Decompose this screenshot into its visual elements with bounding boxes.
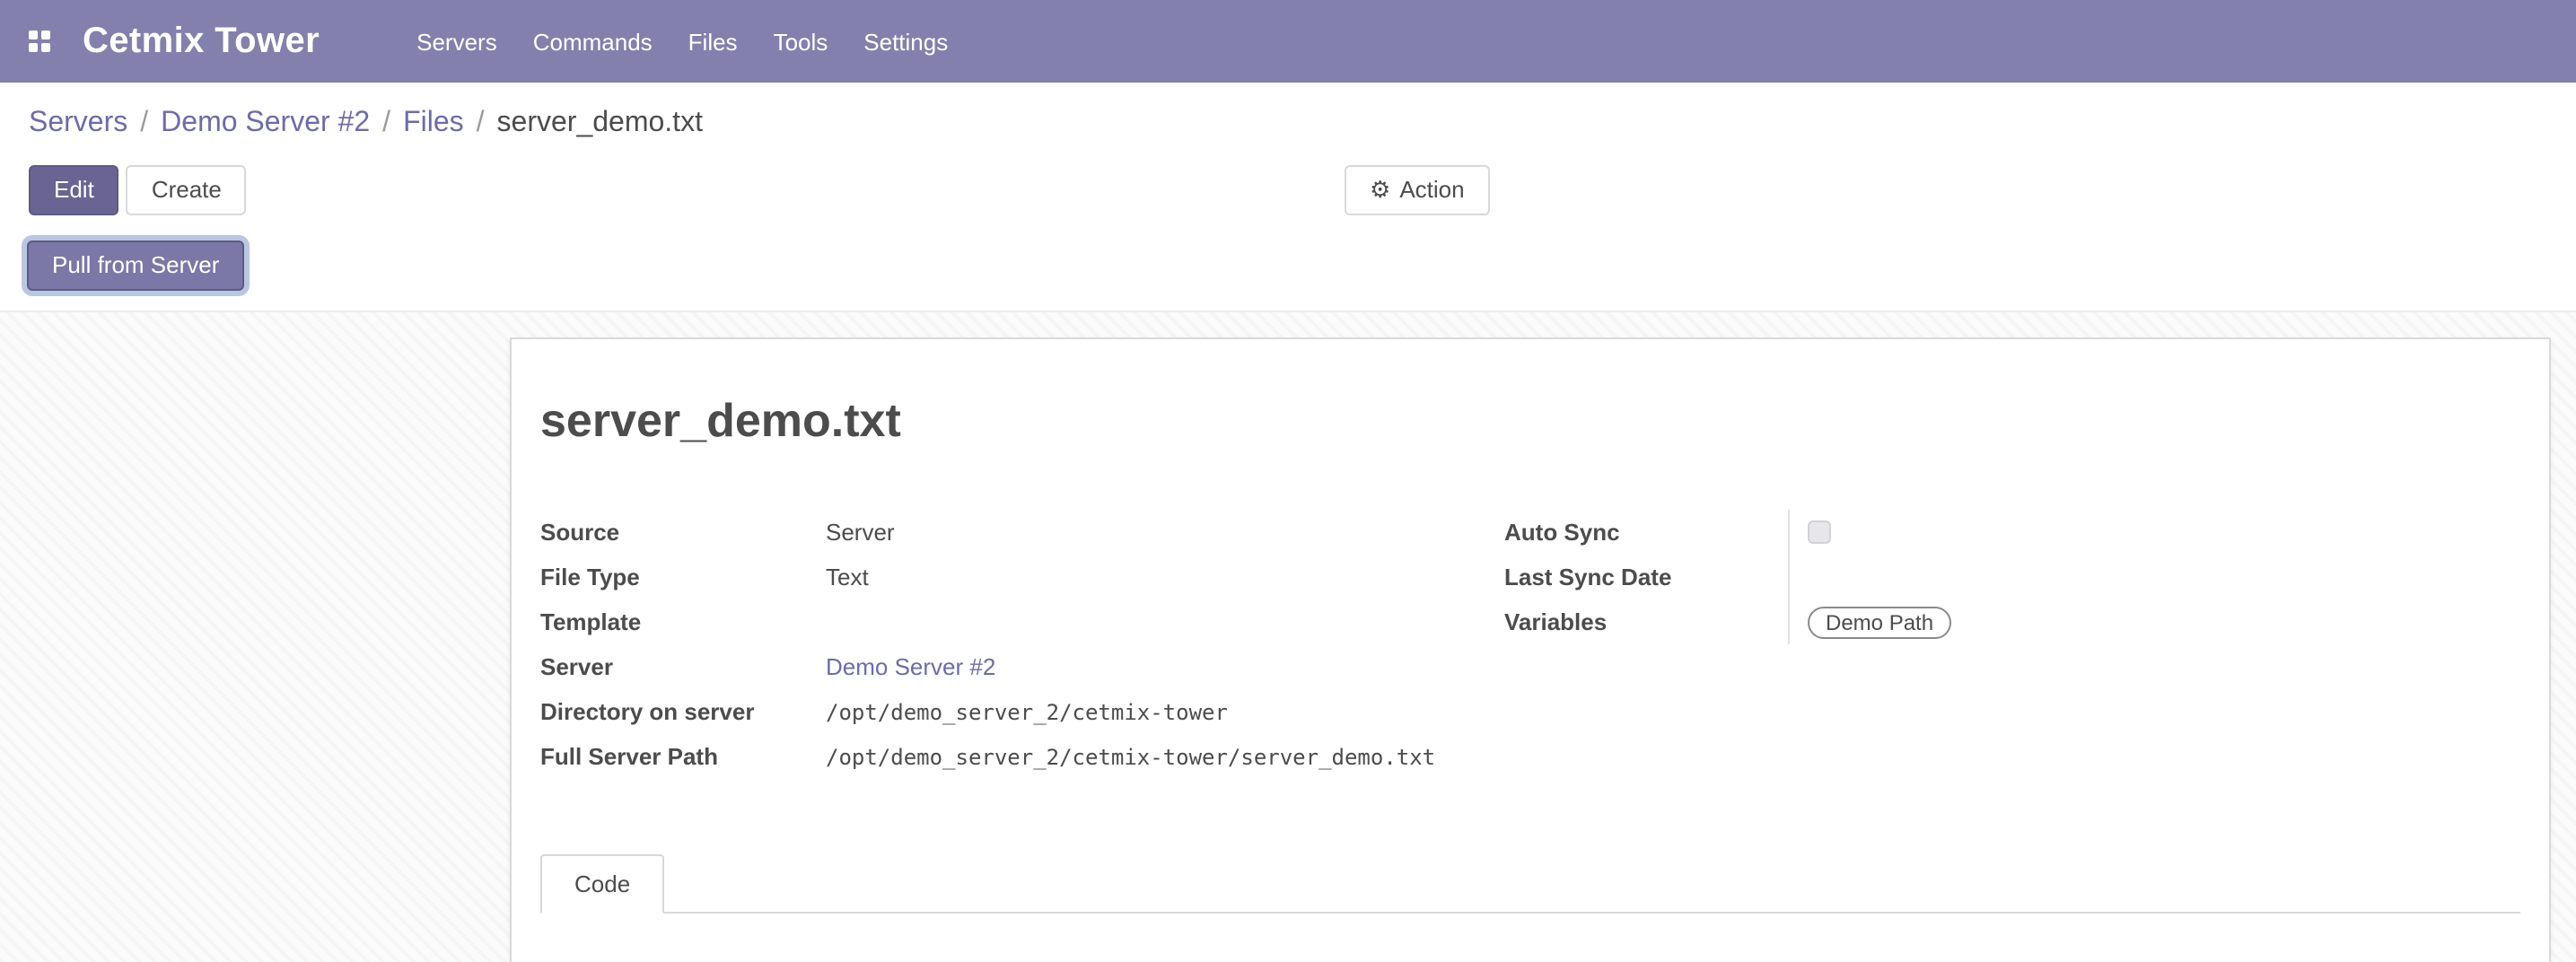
field-label: Server [540, 653, 826, 680]
field-row-variables: Variables Demo Path [1504, 599, 2520, 644]
edit-create-group: Edit Create [29, 165, 247, 215]
fields-left-column: Source Server File Type Text Template Se… [540, 510, 1504, 779]
field-label: Full Server Path [540, 743, 826, 770]
record-title: server_demo.txt [540, 393, 2520, 449]
breadcrumb-demo-server-2[interactable]: Demo Server #2 [161, 108, 370, 140]
edit-button[interactable]: Edit [29, 165, 119, 215]
breadcrumb-servers[interactable]: Servers [29, 108, 127, 140]
content-area: server_demo.txt Source Server File Type … [0, 310, 2576, 962]
action-dropdown-button[interactable]: ⚙ Action [1345, 165, 1490, 215]
form-controls-row: Edit Create ⚙ Action [0, 151, 2576, 230]
field-label: Auto Sync [1504, 519, 1788, 546]
breadcrumb: Servers / Demo Server #2 / Files / serve… [29, 108, 2547, 140]
field-row-directory: Directory on server /opt/demo_server_2/c… [540, 689, 1504, 734]
breadcrumb-separator: / [382, 108, 390, 140]
notebook-tabs: Code [540, 854, 2520, 914]
create-button[interactable]: Create [127, 165, 247, 215]
field-value-cell [1788, 510, 2520, 555]
breadcrumb-separator: / [140, 108, 148, 140]
field-label: Directory on server [540, 698, 826, 725]
pull-from-server-button[interactable]: Pull from Server [27, 240, 244, 291]
field-row-auto-sync: Auto Sync [1504, 510, 2520, 555]
field-label: File Type [540, 564, 826, 590]
app-brand[interactable]: Cetmix Tower [83, 21, 320, 62]
form-sheet: server_demo.txt Source Server File Type … [510, 337, 2551, 962]
field-value-cell: Demo Path [1788, 599, 2520, 644]
action-menu: ⚙ Action [1345, 165, 1490, 215]
auto-sync-checkbox[interactable] [1808, 520, 1831, 544]
nav-item-servers[interactable]: Servers [399, 0, 515, 83]
fields-right-column: Auto Sync Last Sync Date Variables Demo … [1504, 510, 2520, 644]
breadcrumb-separator: / [477, 108, 485, 140]
nav-item-commands[interactable]: Commands [515, 0, 670, 83]
navbar-menus: Servers Commands Files Tools Settings [399, 0, 966, 83]
field-grid: Source Server File Type Text Template Se… [540, 510, 2520, 779]
field-value-server-link[interactable]: Demo Server #2 [826, 653, 995, 680]
nav-item-files[interactable]: Files [670, 0, 756, 83]
nav-item-tools[interactable]: Tools [756, 0, 846, 83]
field-label: Last Sync Date [1504, 564, 1788, 590]
top-navbar: Cetmix Tower Servers Commands Files Tool… [0, 0, 2576, 83]
field-label: Source [540, 519, 826, 546]
pull-row: Pull from Server [0, 230, 2576, 310]
field-label: Variables [1504, 608, 1788, 635]
field-row-source: Source Server [540, 510, 1504, 555]
field-row-server: Server Demo Server #2 [540, 644, 1504, 689]
field-row-file-type: File Type Text [540, 555, 1504, 599]
apps-grid-icon[interactable] [29, 31, 50, 52]
field-value-source: Server [826, 519, 895, 546]
breadcrumb-files[interactable]: Files [403, 108, 464, 140]
app-window: Cetmix Tower Servers Commands Files Tool… [0, 0, 2576, 962]
variable-tag-demo-path: Demo Path [1808, 606, 1951, 638]
tab-code[interactable]: Code [540, 854, 664, 914]
field-value-cell [1788, 555, 2520, 599]
action-label: Action [1399, 176, 1464, 203]
breadcrumb-bar: Servers / Demo Server #2 / Files / serve… [0, 83, 2576, 151]
breadcrumb-current-file: server_demo.txt [497, 108, 703, 140]
field-value-directory: /opt/demo_server_2/cetmix-tower [826, 699, 1228, 724]
field-row-last-sync-date: Last Sync Date [1504, 555, 2520, 599]
gear-icon: ⚙ [1370, 176, 1390, 203]
field-row-template: Template [540, 599, 1504, 644]
field-value-full-path: /opt/demo_server_2/cetmix-tower/server_d… [826, 744, 1435, 769]
tab-code-content [540, 914, 2520, 962]
field-value-file-type: Text [826, 564, 869, 590]
nav-item-settings[interactable]: Settings [846, 0, 966, 83]
field-label: Template [540, 608, 826, 635]
field-row-full-path: Full Server Path /opt/demo_server_2/cetm… [540, 734, 1504, 779]
